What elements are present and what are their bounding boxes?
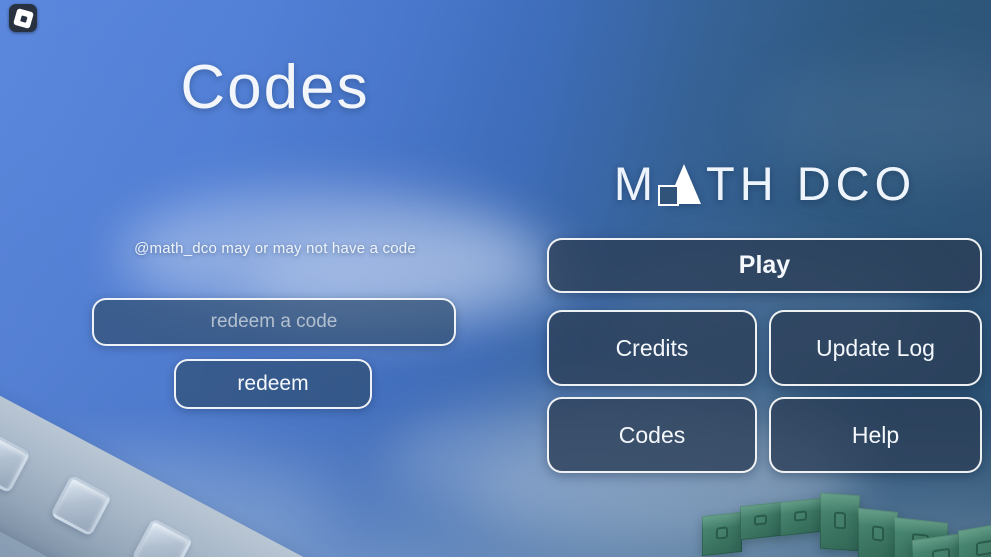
code-hint-text: @math_dco may or may not have a code [134,240,416,257]
redeem-button[interactable]: redeem [174,359,372,409]
play-button[interactable]: Play [547,238,982,293]
update-log-button[interactable]: Update Log [769,310,982,386]
game-screen: Codes @math_dco may or may not have a co… [0,0,991,557]
game-logo: M TH DCO [545,155,985,211]
credits-button[interactable]: Credits [547,310,757,386]
code-input[interactable] [92,298,456,346]
roblox-logo-icon[interactable] [9,4,37,32]
square-shape [658,185,679,206]
brand-text-after: TH DCO [706,156,917,210]
codes-button[interactable]: Codes [547,397,757,473]
roblox-tile-shape [12,7,34,29]
page-title: Codes [180,53,370,122]
brand-text-before: M [613,156,658,210]
triangle-square-logo-icon [658,160,704,206]
roblox-tile-cutout [19,14,27,22]
help-button[interactable]: Help [769,397,982,473]
